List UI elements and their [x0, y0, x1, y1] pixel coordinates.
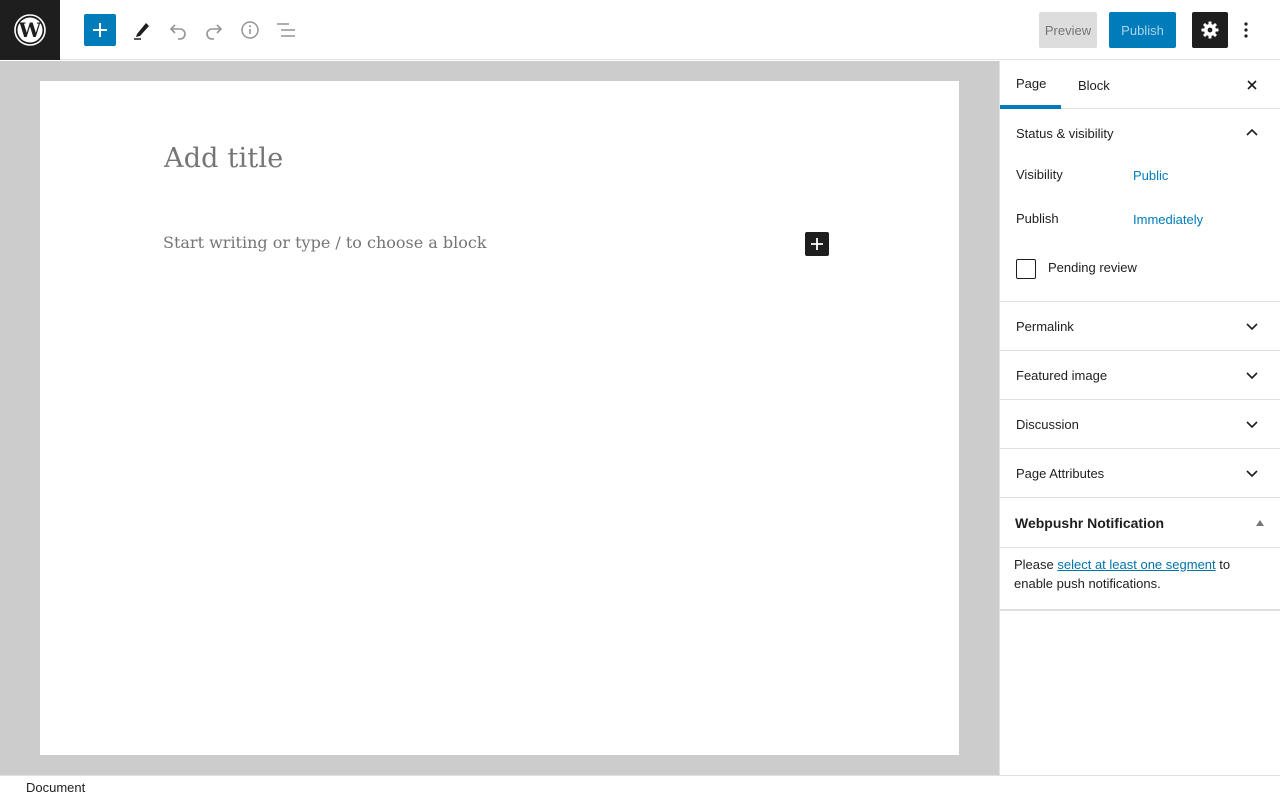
options-menu-button[interactable]	[1236, 12, 1256, 48]
list-view-button[interactable]	[268, 12, 304, 48]
webpushr-panel: Webpushr Notification Please select at l…	[1000, 498, 1280, 611]
pencil-icon	[134, 23, 149, 40]
inline-block-inserter-button[interactable]	[805, 232, 829, 256]
visibility-toggle[interactable]: Public	[1133, 168, 1168, 183]
permalink-toggle[interactable]: Permalink	[1000, 302, 1280, 350]
svg-text:W: W	[18, 18, 42, 42]
chevron-up-icon	[1246, 128, 1258, 136]
chevron-down-icon	[1246, 470, 1258, 478]
visibility-label: Visibility	[1016, 167, 1063, 182]
panel-title: Discussion	[1016, 416, 1079, 432]
breadcrumb-document[interactable]: Document	[26, 780, 85, 795]
settings-button[interactable]	[1192, 12, 1228, 48]
chevron-down-icon	[1246, 372, 1258, 380]
plus-icon	[811, 238, 823, 250]
more-vertical-icon	[1244, 22, 1248, 38]
triangle-up-icon	[1256, 520, 1264, 526]
settings-sidebar: Page Block Status & visibility Visibilit…	[999, 61, 1280, 775]
featured-image-toggle[interactable]: Featured image	[1000, 351, 1280, 399]
pending-review-label[interactable]: Pending review	[1048, 260, 1137, 275]
discussion-panel: Discussion	[1000, 400, 1280, 449]
undo-button[interactable]	[160, 12, 196, 48]
visibility-row: Visibility Public	[1000, 157, 1280, 201]
select-segment-link[interactable]: select at least one segment	[1057, 557, 1215, 572]
chevron-down-icon	[1246, 421, 1258, 429]
close-icon[interactable]	[1244, 77, 1260, 93]
list-view-icon	[277, 23, 295, 37]
editor-header: W Preview Publish	[0, 0, 1280, 60]
page-attributes-panel: Page Attributes	[1000, 449, 1280, 498]
publish-label: Publish	[1016, 211, 1059, 226]
panel-title: Permalink	[1016, 318, 1074, 334]
redo-button[interactable]	[196, 12, 232, 48]
sidebar-tabs: Page Block	[1000, 61, 1280, 109]
publish-row: Publish Immediately	[1000, 201, 1280, 245]
preview-button[interactable]: Preview	[1039, 12, 1097, 48]
block-inserter-button[interactable]	[84, 14, 116, 46]
tools-button[interactable]	[124, 12, 160, 48]
page-attributes-toggle[interactable]: Page Attributes	[1000, 449, 1280, 497]
editor-canvas-area: Add title Start writing or type / to cho…	[0, 61, 999, 775]
publish-button[interactable]: Publish	[1109, 12, 1176, 48]
featured-image-panel: Featured image	[1000, 351, 1280, 400]
pending-review-checkbox[interactable]	[1016, 259, 1036, 279]
publish-date-toggle[interactable]: Immediately	[1133, 212, 1203, 227]
undo-icon	[169, 24, 186, 40]
wordpress-logo-button[interactable]: W	[0, 0, 60, 60]
block-breadcrumb-bar: Document	[0, 775, 1280, 800]
default-block-appender[interactable]: Start writing or type / to choose a bloc…	[163, 233, 487, 252]
webpushr-text-before: Please	[1014, 557, 1058, 572]
plus-icon	[93, 23, 107, 37]
post-title-input[interactable]: Add title	[164, 143, 283, 174]
info-icon	[241, 21, 259, 39]
tab-page[interactable]: Page	[1000, 61, 1061, 109]
panel-title: Page Attributes	[1016, 465, 1105, 481]
panel-title: Status & visibility	[1016, 125, 1114, 141]
chevron-down-icon	[1246, 323, 1258, 331]
panel-title: Featured image	[1016, 367, 1108, 383]
webpushr-title: Webpushr Notification	[1015, 514, 1165, 531]
webpushr-message: Please select at least one segment to en…	[1000, 548, 1280, 611]
status-visibility-panel: Status & visibility Visibility Public Pu…	[1000, 109, 1280, 302]
gear-icon	[1201, 21, 1219, 39]
tab-block[interactable]: Block	[1078, 61, 1110, 109]
editor-canvas: Add title Start writing or type / to cho…	[40, 81, 959, 755]
details-button[interactable]	[232, 12, 268, 48]
permalink-panel: Permalink	[1000, 302, 1280, 351]
redo-icon	[206, 24, 223, 40]
status-visibility-toggle[interactable]: Status & visibility	[1000, 109, 1280, 157]
webpushr-toggle[interactable]: Webpushr Notification	[1000, 498, 1280, 548]
discussion-toggle[interactable]: Discussion	[1000, 400, 1280, 448]
wordpress-logo-icon: W	[14, 14, 46, 46]
